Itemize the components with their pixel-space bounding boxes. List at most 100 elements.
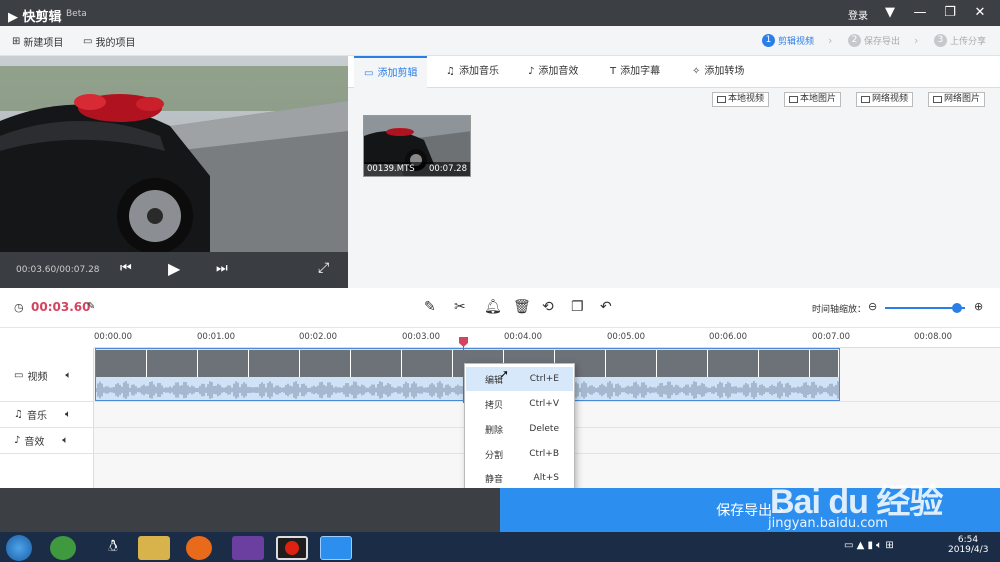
title-bar: ▶ 快剪辑 Beta 登录 ▼ — ❐ ✕ (0, 0, 1000, 26)
tab-add-clip[interactable]: ▭ 添加剪辑 (354, 56, 428, 89)
volume-icon[interactable]: 🔈︎ (65, 409, 71, 420)
step-export: 2 保存导出 (848, 34, 900, 47)
track-music: ♫ 音乐 🔈︎ (14, 409, 71, 422)
kuaijianji-taskbar-icon[interactable] (320, 536, 352, 560)
clip-frame (96, 350, 147, 377)
trash-icon[interactable]: 🗑︎ (513, 299, 531, 315)
clip-frame (657, 350, 708, 377)
media-clip-thumbnail[interactable]: 00139.MTS 00:07.28 (363, 115, 471, 177)
plus-square-icon: ⊞ (12, 36, 21, 47)
online-image-button[interactable]: 网络图片 (928, 92, 986, 107)
video-icon (717, 96, 726, 103)
tray-icons[interactable]: ▭ ▲ ▮ 🔈︎ ⊞ (844, 540, 894, 551)
tab-add-transition[interactable]: ✧ 添加转场 (682, 56, 754, 88)
project-toolbar: ⊞ 新建项目 ▭ 我的项目 1 剪辑视频 › 2 保存导出 › 3 上传分享 (0, 26, 1000, 56)
local-image-button[interactable]: 本地图片 (784, 92, 842, 107)
copy-icon[interactable]: ❐ (571, 299, 584, 315)
music-icon: ♫ (14, 409, 23, 420)
video-camera-icon: ▭ (14, 370, 24, 381)
menu-item-split[interactable]: 分割 Ctrl+B (466, 442, 573, 466)
explorer-icon[interactable] (138, 536, 170, 560)
mouse-cursor-icon: ➚ (499, 367, 510, 381)
qq-icon[interactable]: 🐧︎ (97, 536, 129, 560)
zoom-label: 时间轴缩放： (812, 305, 867, 315)
firefox-icon[interactable] (186, 536, 212, 560)
local-video-button[interactable]: 本地视频 (712, 92, 770, 107)
undo-icon[interactable]: ↶ (600, 299, 612, 315)
sound-effect-icon: ♪ (528, 66, 535, 77)
timeline-ruler[interactable]: 00:00.00 00:01.00 00:02.00 00:03.00 00:0… (94, 328, 1000, 348)
clip-frame (810, 350, 839, 377)
clip-label: 00139.MTS 00:07.28 (364, 162, 470, 176)
next-frame-icon[interactable]: ⏭ (216, 261, 228, 276)
chevron-right-icon: › (828, 34, 833, 47)
media-tabs: ▭ 添加剪辑 ♫ 添加音乐 ♪ 添加音效 T 添加字幕 ✧ 添加转场 (348, 56, 1000, 89)
step-edit: 1 剪辑视频 (762, 34, 814, 47)
menu-item-copy[interactable]: 拷贝 Ctrl+V (466, 392, 573, 416)
beta-label: Beta (66, 9, 87, 19)
menu-item-edit[interactable]: 编辑 Ctrl+E (466, 367, 573, 391)
new-project-button[interactable]: ⊞ 新建项目 (12, 34, 63, 49)
clip-frame (198, 350, 249, 377)
crop-icon[interactable]: ⟲ (542, 299, 554, 315)
video-camera-icon: ▭ (364, 67, 374, 79)
app-icon[interactable] (232, 536, 264, 560)
preview-controls: 00:03.60/00:07.28 ⏮ ▶ ⏭ ⤢ (0, 252, 348, 288)
transition-icon: ✧ (692, 66, 701, 77)
preview-time: 00:03.60/00:07.28 (16, 265, 100, 275)
prev-frame-icon[interactable]: ⏮ (120, 261, 132, 276)
clip-frame (351, 350, 402, 377)
ruler-tick: 00:00.00 (94, 332, 133, 342)
tab-add-subtitle[interactable]: T 添加字幕 (600, 56, 670, 88)
tab-add-sound-effect[interactable]: ♪ 添加音效 (518, 56, 588, 88)
clip-frame (147, 350, 198, 377)
ruler-tick: 00:04.00 (504, 332, 543, 342)
track-sound-effect: ♪ 音效 🔈︎ (14, 435, 69, 448)
play-icon[interactable]: ▶ (168, 259, 180, 278)
image-icon (933, 96, 942, 103)
bell-icon[interactable]: 🔔︎ (484, 299, 502, 315)
clock[interactable]: 6:54 2019/4/3 (948, 535, 988, 555)
edit-toolbar: ◷ 00:03.60 ✎ ✎ ✂ 🔔︎ 🗑︎ ⟲ ❐ ↶ 时间轴缩放： ⊖ ⊕ (0, 288, 1000, 328)
my-projects-button[interactable]: ▭ 我的项目 (83, 34, 135, 49)
clip-frame (606, 350, 657, 377)
dropdown-menu-icon[interactable]: ▼ (880, 3, 900, 23)
ruler-tick: 00:01.00 (197, 332, 236, 342)
preview-frame (0, 56, 348, 257)
browser-icon[interactable] (50, 536, 76, 560)
clip-frame (249, 350, 300, 377)
windows-taskbar: 🐧︎ ▭ ▲ ▮ 🔈︎ ⊞ 6:54 2019/4/3 (0, 532, 1000, 562)
clip-frame (402, 350, 453, 377)
volume-icon[interactable]: 🔈︎ (65, 370, 71, 381)
pencil-icon[interactable]: ✎ (424, 299, 436, 315)
text-icon: T (610, 66, 617, 77)
track-video: ▭ 视频 🔈︎ (14, 370, 72, 383)
clock-icon: ◷ (14, 301, 24, 314)
music-icon: ♫ (446, 66, 455, 77)
ruler-tick: 00:07.00 (812, 332, 851, 342)
ruler-tick: 00:02.00 (299, 332, 338, 342)
watermark-url: jingyan.baidu.com (768, 516, 888, 531)
context-menu: 编辑 Ctrl+E 拷贝 Ctrl+V 删除 Delete 分割 Ctrl+B 静音 Al… (464, 363, 575, 491)
fullscreen-icon[interactable]: ⤢ (318, 260, 329, 276)
maximize-icon[interactable]: ❐ (940, 3, 960, 23)
ruler-tick: 00:03.00 (402, 332, 441, 342)
zoom-in-icon[interactable]: ⊕ (974, 300, 983, 313)
zoom-slider-handle[interactable] (952, 303, 962, 313)
record-icon[interactable] (276, 536, 308, 560)
zoom-out-icon[interactable]: ⊖ (868, 300, 877, 313)
online-video-button[interactable]: 网络视频 (856, 92, 914, 107)
scissors-icon[interactable]: ✂ (454, 299, 466, 315)
close-icon[interactable]: ✕ (970, 3, 990, 23)
volume-icon[interactable]: 🔈︎ (62, 435, 68, 446)
menu-item-mute[interactable]: 静音 Alt+S (466, 466, 573, 490)
edit-time-icon[interactable]: ✎ (87, 301, 95, 312)
start-button[interactable] (6, 535, 32, 561)
clip-frame (759, 350, 810, 377)
login-button[interactable]: 登录 (848, 7, 868, 22)
ruler-tick: 00:05.00 (607, 332, 646, 342)
tab-add-music[interactable]: ♫ 添加音乐 (436, 56, 509, 88)
minimize-icon[interactable]: — (910, 3, 930, 23)
clip-frame (300, 350, 351, 377)
menu-item-delete[interactable]: 删除 Delete (466, 417, 573, 441)
